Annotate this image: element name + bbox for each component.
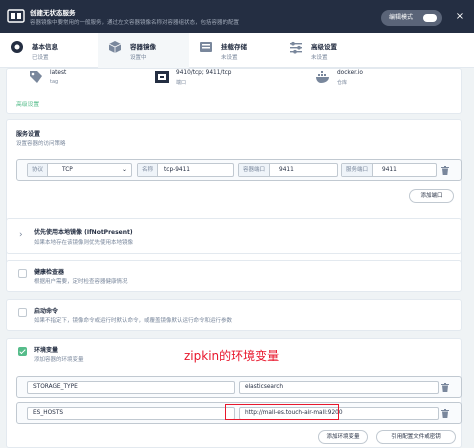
- chevron-right-icon: ›: [19, 230, 23, 240]
- protocol-label: 协议: [28, 164, 49, 176]
- service-port-label: 服务端口: [342, 164, 374, 176]
- tab-advanced-settings[interactable]: 高级设置 未设置: [279, 33, 369, 68]
- health-check-desc: 根据用户需要，定时检查容器健康情况: [34, 279, 128, 285]
- container-port-input[interactable]: 容器端口 9411: [238, 163, 338, 177]
- step-bar: 基本信息 已设置 容器镜像 设置中 挂载存储 未设置 高级设置 未设置: [0, 33, 474, 68]
- startup-command-title: 启动命令: [34, 308, 59, 315]
- form-body: latest tag 9410/tcp; 9411/tcp 端口 docker.…: [6, 68, 468, 448]
- startup-command-card: 启动命令 如果不指定下，镜像命令或运行时默认命令，或覆盖镜像默认运行命令和运行参…: [6, 299, 462, 331]
- close-icon[interactable]: ×: [453, 10, 467, 24]
- tab-basic-info[interactable]: 基本信息 已设置: [0, 33, 98, 68]
- disk-icon: [200, 42, 212, 52]
- step-name: 挂载存储: [221, 43, 247, 51]
- modal-title: 创建无状态服务: [30, 9, 76, 17]
- delete-env-icon[interactable]: [441, 409, 449, 418]
- env-vars-checkbox[interactable]: [18, 347, 27, 356]
- cube-icon: [108, 41, 122, 53]
- ports-label: 端口: [176, 80, 187, 86]
- port-icon: [155, 71, 169, 83]
- edit-mode-label: 编辑模式: [389, 14, 414, 21]
- protocol-value: TCP: [62, 167, 73, 173]
- container-image-card: latest tag 9410/tcp; 9411/tcp 端口 docker.…: [6, 68, 462, 114]
- modal-subtitle: 容器镜像中要常用的一般服务，通过左文容器镜像名称对容器组状态，包括容器的配置: [30, 20, 240, 26]
- env-value-input[interactable]: elasticsearch: [239, 381, 439, 394]
- port-name-input[interactable]: 名称 tcp-9411: [137, 163, 234, 177]
- health-check-card: 健康检查器 根据用户需要，定时检查容器健康情况: [6, 260, 462, 292]
- reference-config-button[interactable]: 引用配置文件或密钥: [376, 430, 456, 444]
- health-check-checkbox[interactable]: [18, 269, 27, 278]
- service-settings-card: 服务设置 设置容器的访问策略 协议 TCP ⌄ 名称 tcp-9411 容器端口…: [6, 119, 462, 282]
- toggle-knob: [423, 14, 437, 22]
- container-port-label: 容器端口: [239, 164, 271, 176]
- sliders-icon: [290, 41, 302, 54]
- chevron-down-icon: ⌄: [121, 166, 127, 173]
- check-circle-icon: [11, 41, 23, 53]
- env-row: STORAGE_TYPE elasticsearch: [16, 376, 462, 398]
- tab-volume-mounts[interactable]: 挂载存储 未设置: [189, 33, 279, 68]
- service-port-value: 9411: [382, 167, 397, 173]
- add-port-button[interactable]: 添加端口: [409, 189, 454, 203]
- repo-value: docker.io: [337, 70, 363, 76]
- env-key: STORAGE_TYPE: [33, 384, 78, 390]
- service-desc: 设置容器的访问策略: [16, 141, 66, 147]
- tab-container-image[interactable]: 容器镜像 设置中: [98, 33, 189, 68]
- container-port-value: 9411: [279, 167, 294, 173]
- name-value: tcp-9411: [164, 167, 190, 173]
- env-key-input[interactable]: ES_HOSTS: [27, 407, 235, 420]
- name-label: 名称: [138, 164, 159, 176]
- step-status: 未设置: [311, 55, 328, 61]
- startup-command-checkbox[interactable]: [18, 308, 27, 317]
- step-name: 基本信息: [32, 43, 58, 51]
- port-row: 协议 TCP ⌄ 名称 tcp-9411 容器端口 9411 服务端口 9411: [16, 159, 462, 181]
- delete-port-icon[interactable]: [441, 166, 449, 175]
- tag-icon: [30, 71, 42, 83]
- step-status: 已设置: [32, 55, 49, 61]
- service-port-input[interactable]: 服务端口 9411: [341, 163, 437, 177]
- annotation-highlight-box: [225, 404, 339, 420]
- pull-policy-title: 优先使用本地镜像 (IfNotPresent): [34, 229, 133, 236]
- add-env-var-button[interactable]: 添加环境变量: [318, 430, 368, 444]
- step-status: 设置中: [130, 55, 147, 61]
- tag-value: latest: [50, 70, 67, 76]
- advanced-settings-link[interactable]: 高级设置: [16, 99, 39, 108]
- env-vars-desc: 添加容器的环境变量: [34, 357, 84, 363]
- env-key-input[interactable]: STORAGE_TYPE: [27, 381, 235, 394]
- step-status: 未设置: [221, 55, 238, 61]
- ports-value: 9410/tcp; 9411/tcp: [176, 70, 232, 76]
- edit-mode-toggle[interactable]: 编辑模式: [381, 10, 442, 26]
- repo-label: 仓库: [337, 80, 348, 86]
- delete-env-icon[interactable]: [441, 383, 449, 392]
- pull-policy-desc: 如果本地存在该镜像则优先使用本地镜像: [34, 240, 134, 246]
- docker-icon: [316, 71, 329, 83]
- annotation-label: zipkin的环境变量: [184, 349, 280, 363]
- modal-header: 创建无状态服务 容器镜像中要常用的一般服务，通过左文容器镜像名称对容器组状态，包…: [0, 0, 474, 33]
- step-name: 容器镜像: [130, 43, 156, 51]
- service-title: 服务设置: [16, 131, 41, 138]
- env-key: ES_HOSTS: [33, 410, 64, 416]
- protocol-select[interactable]: 协议 TCP ⌄: [27, 163, 132, 177]
- health-check-title: 健康检查器: [34, 269, 65, 276]
- step-name: 高级设置: [311, 43, 337, 51]
- pull-policy-card[interactable]: › 优先使用本地镜像 (IfNotPresent) 如果本地存在该镜像则优先使用…: [6, 218, 462, 254]
- tag-label: tag: [50, 79, 59, 85]
- startup-command-desc: 如果不指定下，镜像命令或运行时默认命令，或覆盖镜像默认运行命令和运行参数: [34, 318, 233, 324]
- service-icon: [7, 9, 25, 23]
- env-value: elasticsearch: [245, 384, 284, 390]
- env-vars-title: 环境变量: [34, 347, 59, 354]
